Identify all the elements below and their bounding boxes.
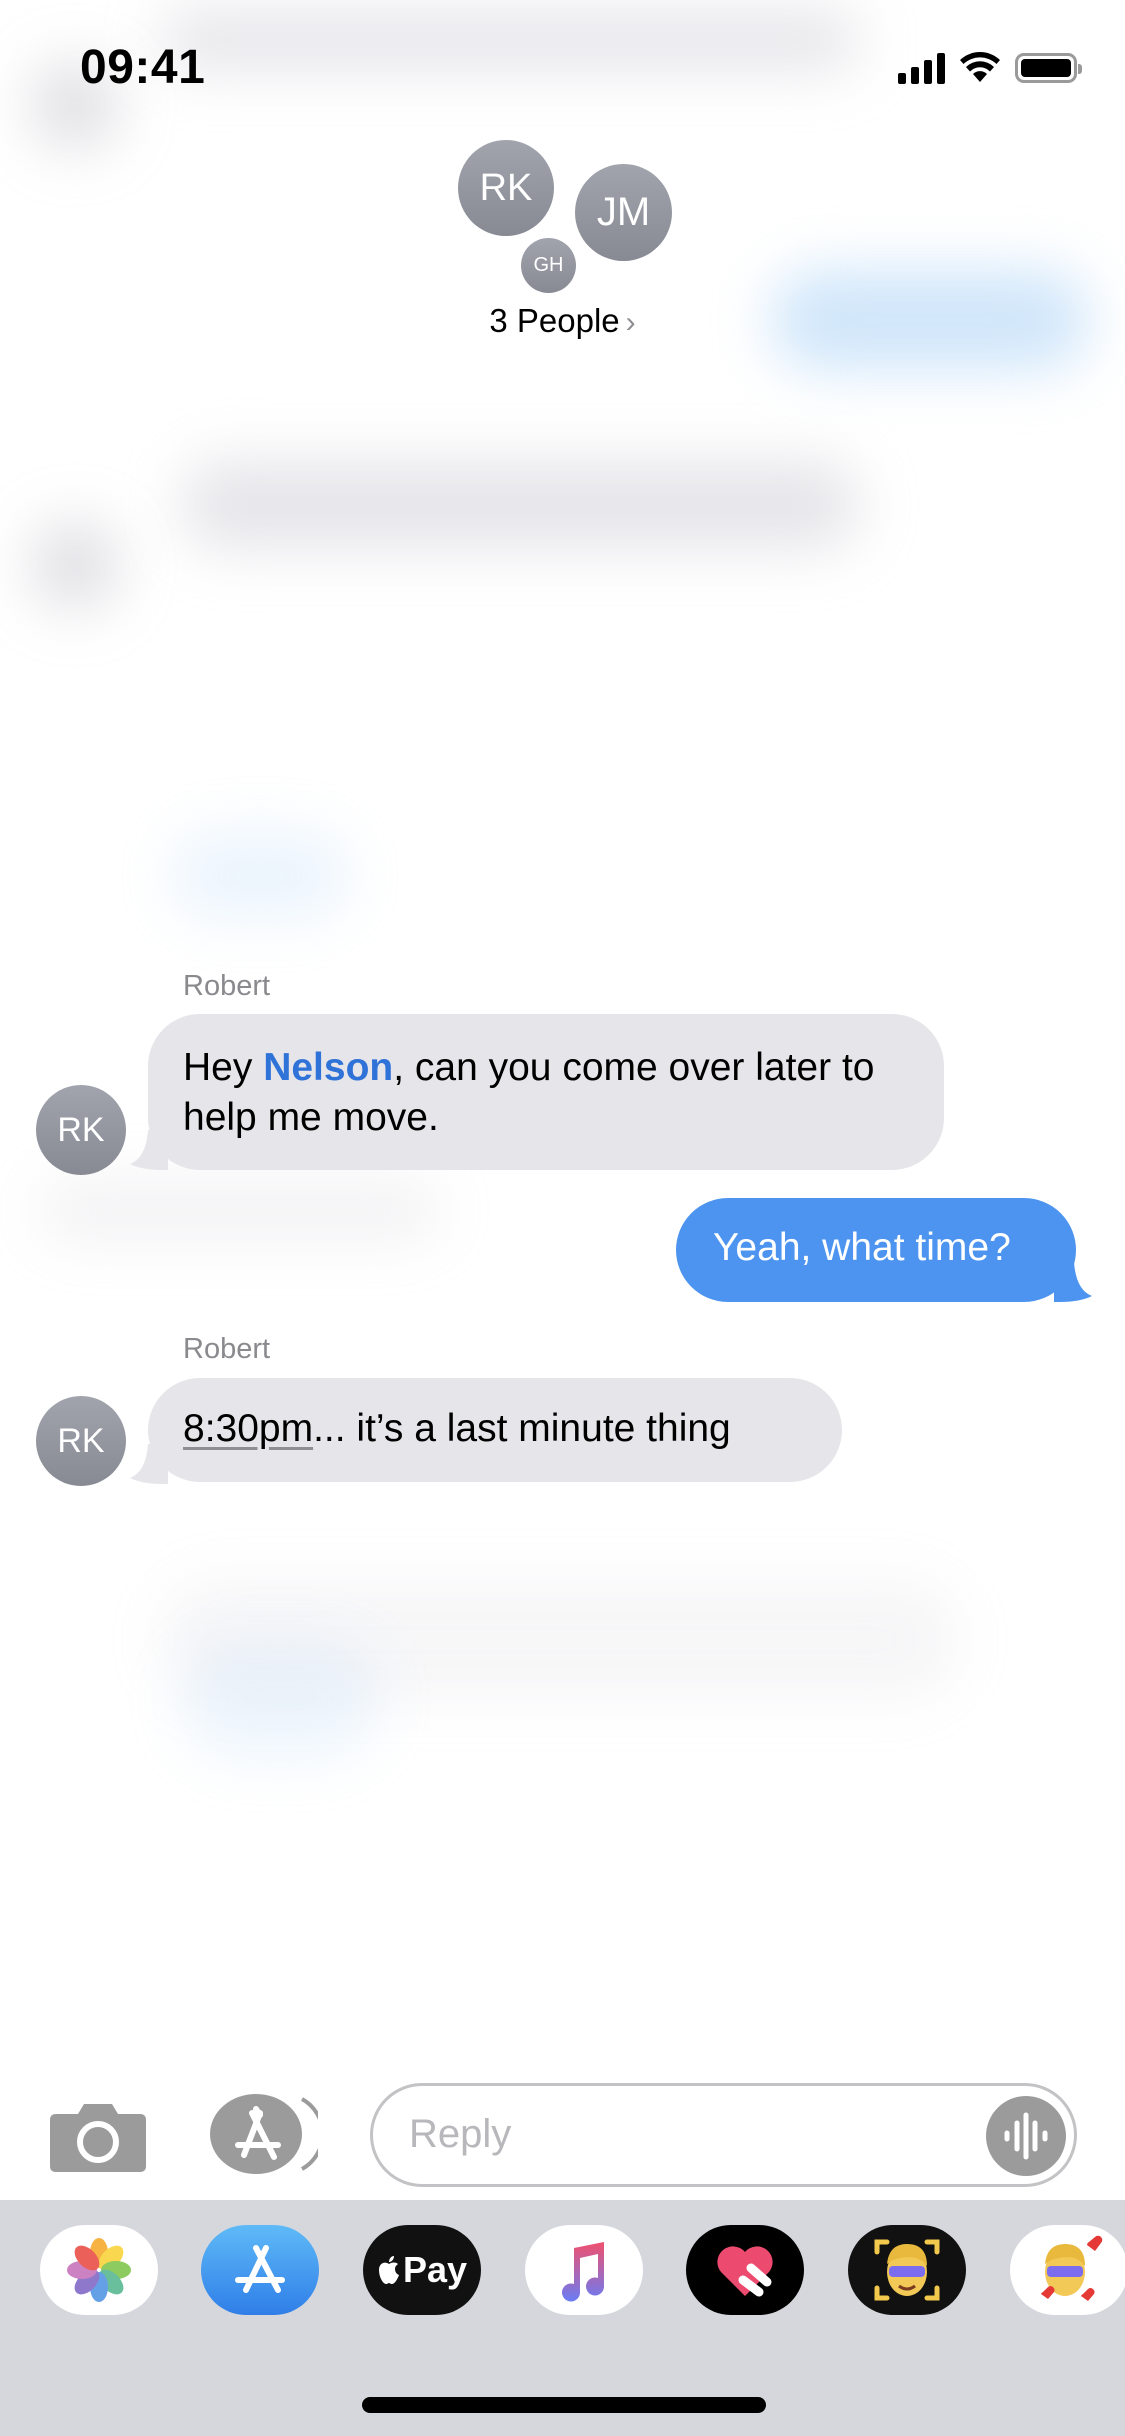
message-bubble[interactable]: Hey Nelson, can you come over later to h… (148, 1014, 944, 1170)
background-blur (180, 1640, 380, 1760)
app-store-icon[interactable] (208, 2093, 318, 2175)
sender-name: Robert (183, 1333, 271, 1365)
message-bubble[interactable]: 8:30pm... it’s a last minute thing (148, 1378, 842, 1482)
mention-link[interactable]: Nelson (263, 1046, 393, 1089)
status-icons (898, 52, 1082, 84)
avatar-jm[interactable]: JM (575, 164, 672, 261)
message-text: Yeah, what time? (713, 1226, 1011, 1269)
apple-pay-label: Pay (402, 2249, 468, 2290)
camera-icon[interactable] (50, 2100, 146, 2172)
app-app-store[interactable] (201, 2225, 319, 2315)
apple-logo-icon (378, 2256, 399, 2284)
digital-touch-icon (717, 2246, 773, 2297)
memoji-icon (874, 2239, 940, 2301)
reply-input[interactable]: Reply (370, 2083, 1077, 2187)
app-memoji-stickers[interactable] (1010, 2225, 1125, 2315)
background-blur (170, 830, 350, 920)
app-music[interactable] (525, 2225, 643, 2315)
avatar-rk[interactable]: RK (36, 1085, 126, 1175)
avatar-rk[interactable]: RK (36, 1396, 126, 1486)
avatar-gh[interactable]: GH (521, 238, 576, 293)
reply-placeholder: Reply (409, 2112, 512, 2156)
app-apple-pay[interactable]: Pay (363, 2225, 481, 2315)
memoji-stickers-icon (1041, 2235, 1103, 2301)
background-blur (180, 460, 860, 550)
chevron-right-icon: › (625, 306, 636, 339)
app-memoji[interactable] (848, 2225, 966, 2315)
message-text: ... it’s a last minute thing (313, 1407, 731, 1450)
wifi-icon (960, 52, 1000, 82)
app-store-icon (235, 2245, 285, 2293)
status-bar: 09:41 (0, 0, 1125, 140)
photos-icon (67, 2238, 131, 2302)
audio-waveform-icon[interactable] (986, 2096, 1066, 2176)
cellular-signal-icon (898, 52, 945, 84)
detected-date-link[interactable]: 8:30pm (183, 1407, 313, 1450)
home-indicator[interactable] (362, 2397, 766, 2413)
background-blur (30, 520, 120, 610)
message-text: Hey (183, 1046, 264, 1089)
sender-name: Robert (183, 970, 271, 1002)
battery-full-icon (1015, 53, 1082, 83)
group-details-button[interactable]: 3 People › (0, 302, 1125, 340)
app-digital-touch[interactable] (686, 2225, 804, 2315)
conversation-header[interactable]: RK JM GH 3 People › (0, 130, 1125, 350)
message-bubble[interactable]: Yeah, what time? (676, 1198, 1076, 1302)
app-photos[interactable] (40, 2225, 158, 2315)
background-blur (40, 1180, 440, 1240)
group-title: 3 People (489, 302, 620, 339)
status-time: 09:41 (80, 41, 206, 94)
avatar-rk[interactable]: RK (458, 140, 554, 236)
music-icon (562, 2242, 605, 2302)
